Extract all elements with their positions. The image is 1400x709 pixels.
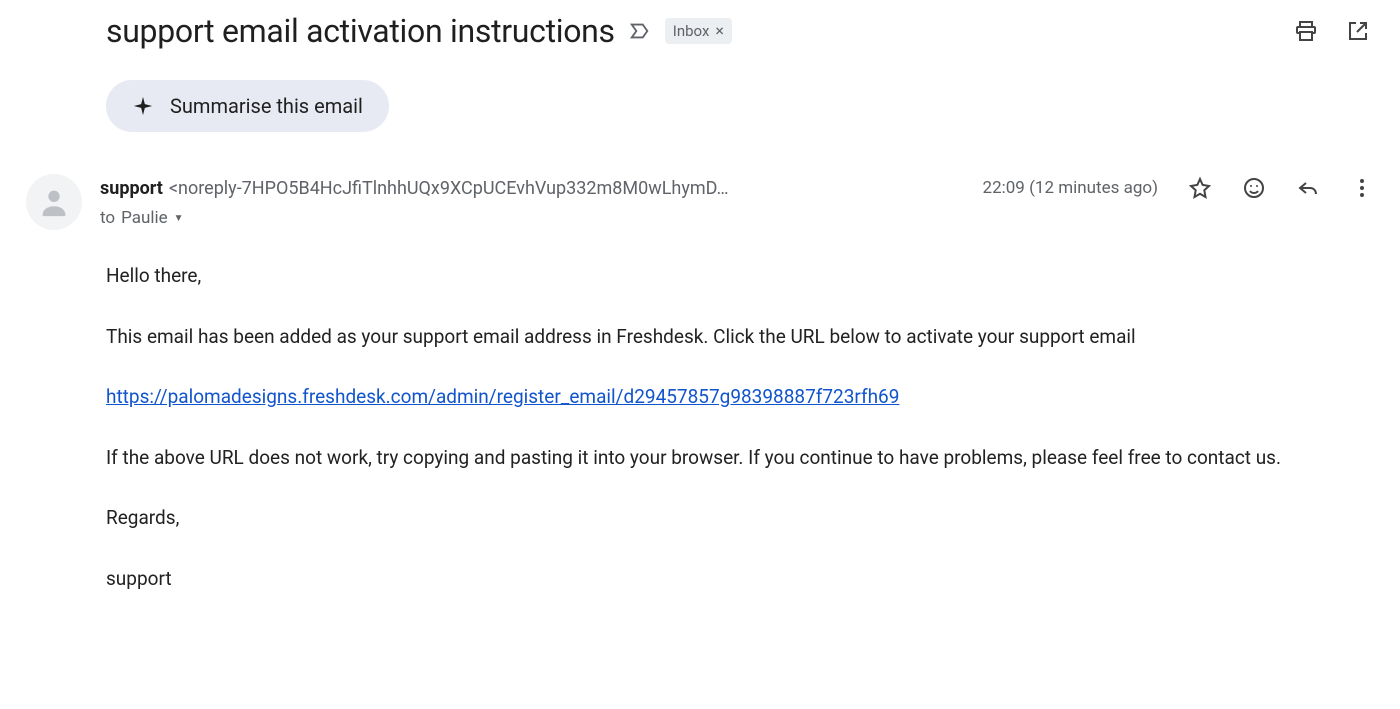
- email-subject: support email activation instructions: [106, 12, 615, 50]
- email-body: Hello there, This email has been added a…: [20, 262, 1300, 593]
- body-paragraph-2: If the above URL does not work, try copy…: [106, 444, 1300, 473]
- body-signature: support: [106, 565, 1300, 594]
- summarise-label: Summarise this email: [170, 94, 363, 118]
- inbox-label-text: Inbox: [673, 22, 710, 40]
- remove-label-icon[interactable]: ×: [715, 23, 724, 39]
- inbox-label-chip[interactable]: Inbox ×: [665, 18, 732, 44]
- important-marker-icon[interactable]: [629, 20, 651, 42]
- sender-name: support: [100, 178, 163, 199]
- more-options-icon[interactable]: [1350, 176, 1374, 200]
- body-signoff: Regards,: [106, 504, 1300, 533]
- summarise-email-button[interactable]: Summarise this email: [106, 80, 389, 132]
- reply-icon[interactable]: [1296, 176, 1320, 200]
- sender-avatar[interactable]: [26, 174, 82, 230]
- activation-link[interactable]: https://palomadesigns.freshdesk.com/admi…: [106, 385, 899, 408]
- body-greeting: Hello there,: [106, 262, 1300, 291]
- chevron-down-icon: ▼: [174, 213, 184, 224]
- sparkle-icon: [132, 95, 154, 117]
- email-timestamp: 22:09 (12 minutes ago): [983, 178, 1158, 198]
- to-prefix: to: [100, 208, 115, 228]
- star-icon[interactable]: [1188, 176, 1212, 200]
- sender-address: <noreply-7HPO5B4HcJfiTlnhhUQx9XCpUCEvhVu…: [169, 178, 729, 199]
- open-new-window-icon[interactable]: [1346, 19, 1370, 43]
- emoji-reaction-icon[interactable]: [1242, 176, 1266, 200]
- body-paragraph-1: This email has been added as your suppor…: [106, 323, 1300, 352]
- to-name: Paulie: [121, 208, 168, 228]
- print-icon[interactable]: [1294, 19, 1318, 43]
- recipient-dropdown[interactable]: to Paulie ▼: [100, 208, 1380, 228]
